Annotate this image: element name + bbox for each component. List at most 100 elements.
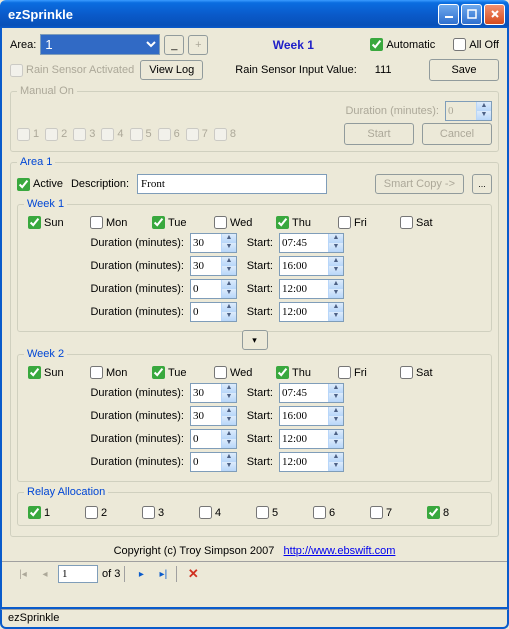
day-checkbox[interactable]: Wed bbox=[214, 216, 276, 229]
duration-input[interactable] bbox=[191, 257, 221, 275]
duration-spin[interactable]: ▲▼ bbox=[190, 233, 237, 253]
minimize-button[interactable] bbox=[438, 4, 459, 25]
start-time-input[interactable] bbox=[280, 453, 328, 471]
active-input[interactable] bbox=[17, 178, 30, 191]
start-time-spin[interactable]: ▲▼ bbox=[279, 429, 344, 449]
spin-up-icon[interactable]: ▲ bbox=[328, 430, 343, 439]
spin-down-icon[interactable]: ▼ bbox=[221, 243, 236, 252]
add-area-button[interactable]: + bbox=[188, 35, 208, 55]
duration-spin[interactable]: ▲▼ bbox=[190, 256, 237, 276]
spin-down-icon[interactable]: ▼ bbox=[328, 243, 343, 252]
spin-up-icon[interactable]: ▲ bbox=[221, 280, 236, 289]
spin-up-icon[interactable]: ▲ bbox=[221, 303, 236, 312]
day-checkbox[interactable]: Sat bbox=[400, 366, 462, 379]
spin-up-icon[interactable]: ▲ bbox=[221, 234, 236, 243]
start-time-spin[interactable]: ▲▼ bbox=[279, 302, 344, 322]
nav-delete-icon[interactable]: ✕ bbox=[184, 565, 202, 583]
duration-spin[interactable]: ▲▼ bbox=[190, 406, 237, 426]
duration-input[interactable] bbox=[191, 303, 221, 321]
nav-page-input[interactable] bbox=[58, 565, 98, 583]
start-time-input[interactable] bbox=[280, 257, 328, 275]
day-checkbox[interactable]: Mon bbox=[90, 216, 152, 229]
duration-input[interactable] bbox=[191, 453, 221, 471]
spin-up-icon[interactable]: ▲ bbox=[328, 384, 343, 393]
week-toggle-button[interactable]: ▾ bbox=[242, 330, 268, 350]
start-time-spin[interactable]: ▲▼ bbox=[279, 452, 344, 472]
save-button[interactable]: Save bbox=[429, 59, 499, 81]
start-time-spin[interactable]: ▲▼ bbox=[279, 406, 344, 426]
day-checkbox[interactable]: Wed bbox=[214, 366, 276, 379]
area-select[interactable]: 1 bbox=[40, 34, 160, 55]
duration-spin[interactable]: ▲▼ bbox=[190, 279, 237, 299]
rain-sensor-checkbox[interactable]: Rain Sensor Activated bbox=[10, 64, 134, 77]
automatic-checkbox[interactable]: Automatic bbox=[370, 38, 435, 51]
active-checkbox[interactable]: Active bbox=[17, 178, 63, 191]
relay-checkbox[interactable]: 5 bbox=[256, 506, 313, 519]
spin-down-icon[interactable]: ▼ bbox=[221, 289, 236, 298]
day-checkbox[interactable]: Fri bbox=[338, 366, 400, 379]
relay-checkbox[interactable]: 6 bbox=[313, 506, 370, 519]
alloff-input[interactable] bbox=[453, 38, 466, 51]
day-checkbox[interactable]: Thu bbox=[276, 366, 338, 379]
duration-spin[interactable]: ▲▼ bbox=[190, 302, 237, 322]
start-time-input[interactable] bbox=[280, 303, 328, 321]
duration-input[interactable] bbox=[191, 430, 221, 448]
duration-input[interactable] bbox=[191, 234, 221, 252]
day-checkbox[interactable]: Mon bbox=[90, 366, 152, 379]
start-time-input[interactable] bbox=[280, 384, 328, 402]
spin-up-icon[interactable]: ▲ bbox=[221, 453, 236, 462]
spin-up-icon[interactable]: ▲ bbox=[221, 407, 236, 416]
description-input[interactable] bbox=[137, 174, 327, 194]
spin-up-icon[interactable]: ▲ bbox=[221, 257, 236, 266]
start-time-input[interactable] bbox=[280, 234, 328, 252]
spin-up-icon[interactable]: ▲ bbox=[328, 407, 343, 416]
spin-down-icon[interactable]: ▼ bbox=[328, 462, 343, 471]
start-time-spin[interactable]: ▲▼ bbox=[279, 233, 344, 253]
alloff-checkbox[interactable]: All Off bbox=[453, 38, 499, 51]
duration-spin[interactable]: ▲▼ bbox=[190, 452, 237, 472]
relay-checkbox[interactable]: 4 bbox=[199, 506, 256, 519]
automatic-input[interactable] bbox=[370, 38, 383, 51]
relay-checkbox[interactable]: 7 bbox=[370, 506, 427, 519]
spin-down-icon[interactable]: ▼ bbox=[221, 312, 236, 321]
dots-button[interactable]: ... bbox=[472, 174, 492, 194]
spin-up-icon[interactable]: ▲ bbox=[328, 257, 343, 266]
start-time-spin[interactable]: ▲▼ bbox=[279, 383, 344, 403]
day-checkbox[interactable]: Thu bbox=[276, 216, 338, 229]
website-link[interactable]: http://www.ebswift.com bbox=[284, 545, 396, 557]
duration-spin[interactable]: ▲▼ bbox=[190, 383, 237, 403]
maximize-button[interactable] bbox=[461, 4, 482, 25]
start-time-spin[interactable]: ▲▼ bbox=[279, 279, 344, 299]
day-checkbox[interactable]: Sun bbox=[28, 366, 90, 379]
day-checkbox[interactable]: Sat bbox=[400, 216, 462, 229]
relay-checkbox[interactable]: 1 bbox=[28, 506, 85, 519]
spin-up-icon[interactable]: ▲ bbox=[328, 303, 343, 312]
spin-down-icon[interactable]: ▼ bbox=[328, 266, 343, 275]
day-checkbox[interactable]: Tue bbox=[152, 366, 214, 379]
nav-last-icon[interactable]: ▸| bbox=[154, 565, 172, 583]
spin-up-icon[interactable]: ▲ bbox=[221, 430, 236, 439]
duration-spin[interactable]: ▲▼ bbox=[190, 429, 237, 449]
remove-area-button[interactable]: _ bbox=[164, 35, 184, 55]
day-checkbox[interactable]: Tue bbox=[152, 216, 214, 229]
spin-up-icon[interactable]: ▲ bbox=[328, 280, 343, 289]
spin-down-icon[interactable]: ▼ bbox=[328, 289, 343, 298]
spin-up-icon[interactable]: ▲ bbox=[328, 453, 343, 462]
day-checkbox[interactable]: Fri bbox=[338, 216, 400, 229]
relay-checkbox[interactable]: 2 bbox=[85, 506, 142, 519]
relay-checkbox[interactable]: 8 bbox=[427, 506, 484, 519]
start-time-input[interactable] bbox=[280, 407, 328, 425]
view-log-button[interactable]: View Log bbox=[140, 60, 203, 80]
start-time-input[interactable] bbox=[280, 280, 328, 298]
duration-input[interactable] bbox=[191, 407, 221, 425]
duration-input[interactable] bbox=[191, 384, 221, 402]
nav-next-icon[interactable]: ▸ bbox=[132, 565, 150, 583]
start-time-input[interactable] bbox=[280, 430, 328, 448]
start-time-spin[interactable]: ▲▼ bbox=[279, 256, 344, 276]
spin-down-icon[interactable]: ▼ bbox=[328, 312, 343, 321]
spin-down-icon[interactable]: ▼ bbox=[221, 439, 236, 448]
spin-up-icon[interactable]: ▲ bbox=[221, 384, 236, 393]
spin-down-icon[interactable]: ▼ bbox=[221, 266, 236, 275]
spin-down-icon[interactable]: ▼ bbox=[221, 393, 236, 402]
spin-down-icon[interactable]: ▼ bbox=[221, 462, 236, 471]
